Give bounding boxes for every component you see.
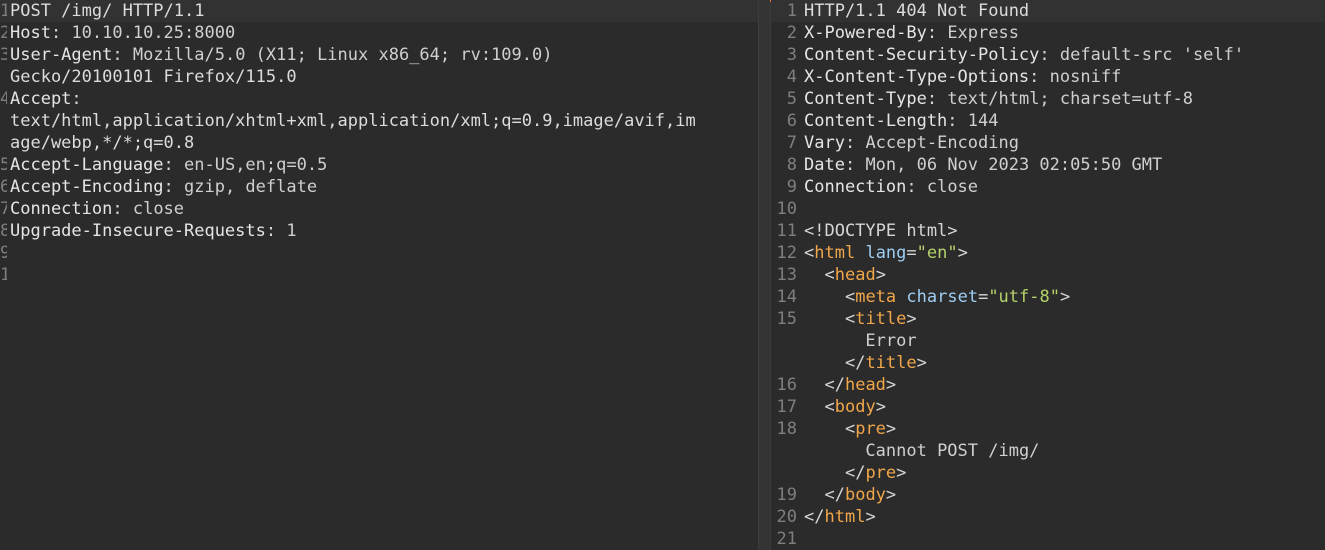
code-line: 3 Content-Security-Policy: default-src 's… <box>771 44 1325 66</box>
header-value: Express <box>937 23 1019 43</box>
code-line: 13 <head> <box>776 265 886 285</box>
header-value: text/html; charset=utf-8 <box>937 89 1193 109</box>
code-line: 18 <pre> <box>776 419 897 439</box>
code-line: 10 <box>771 198 1325 220</box>
header-name: Accept-Language <box>10 155 164 175</box>
header-name: X-Content-Type-Options <box>804 67 1030 87</box>
header-name: Connection <box>804 177 907 197</box>
line-number: 7 <box>786 133 797 153</box>
code-line: 8Upgrade-Insecure-Requests: 1 <box>0 221 297 241</box>
header-name: Date <box>804 155 845 175</box>
code-line: 21 <box>776 529 797 549</box>
line-text: HTTP/1.1 404 Not Found <box>804 1 1030 21</box>
header-name: Content-Type <box>804 89 927 109</box>
header-name: X-Powered-By <box>804 23 927 43</box>
line-number: 7 <box>0 199 7 219</box>
code-line: Gecko/20100101 Firefox/115.0 <box>0 66 758 88</box>
code-line: 14 <meta charset="utf-8"> <box>776 287 1071 307</box>
line-number: 6 <box>786 111 797 131</box>
code-line: 16 </head> <box>776 375 897 395</box>
line-text: POST /img/ HTTP/1.1 <box>10 1 205 21</box>
code-line: </pre> <box>844 463 907 483</box>
code-line: 4Accept: <box>0 89 82 109</box>
header-name: User-Agent <box>10 45 113 65</box>
header-value: gzip, deflate <box>173 177 318 197</box>
line-number: 6 <box>0 177 7 197</box>
code-line: 6 Content-Length: 144 <box>771 110 1325 132</box>
code-line: 5 Content-Type: text/html; charset=utf-8 <box>771 88 1325 110</box>
code-line: text/html,application/xhtml+xml,applicat… <box>0 110 758 132</box>
code-line: 19 </body> <box>776 485 897 505</box>
pane-divider[interactable] <box>758 0 771 550</box>
header-value: 1 <box>276 221 297 241</box>
line-number: 4 <box>786 67 797 87</box>
header-value: 10.10.10.25:8000 <box>61 23 236 43</box>
code-line: Cannot POST /img/ <box>865 441 1040 461</box>
line-number: 8 <box>786 155 797 175</box>
header-value: default-src 'self' <box>1049 45 1245 65</box>
code-line: 15 <title> <box>776 309 917 329</box>
line-number: 10 <box>0 265 7 285</box>
header-value: Mon, 06 Nov 2023 02:05:50 GMT <box>855 155 1163 175</box>
header-name: Host <box>10 23 51 43</box>
header-name: Accept-Encoding <box>10 177 164 197</box>
header-value: Accept-Encoding <box>855 133 1019 153</box>
header-name: Vary <box>804 133 845 153</box>
line-number: 5 <box>786 89 797 109</box>
header-name: Connection <box>10 199 113 219</box>
line-number: 3 <box>0 45 7 65</box>
code-line: 4 X-Content-Type-Options: nosniff <box>771 66 1325 88</box>
header-name: Upgrade-Insecure-Requests <box>10 221 266 241</box>
line-number: 9 <box>0 243 7 263</box>
line-number: 10 <box>776 199 797 219</box>
request-editor[interactable]: 1POST /img/ HTTP/1.1 2Host: 10.10.10.25:8… <box>0 0 758 550</box>
line-text: age/webp,*/*;q=0.8 <box>10 133 195 153</box>
line-number: 3 <box>786 45 797 65</box>
line-number: 4 <box>0 89 7 109</box>
line-number: 1 <box>786 1 797 21</box>
line-number: 9 <box>786 177 797 197</box>
code-line: 6Accept-Encoding: gzip, deflate <box>0 177 318 197</box>
header-value: 144 <box>957 111 999 131</box>
code-line: 10 <box>0 264 758 286</box>
header-value: close <box>122 199 185 219</box>
header-value: close <box>916 177 979 197</box>
code-line: 20 </html> <box>776 507 876 527</box>
code-line: 8 Date: Mon, 06 Nov 2023 02:05:50 GMT <box>771 154 1325 176</box>
code-line: 3User-Agent: Mozilla/5.0 (X11; Linux x86… <box>0 45 553 65</box>
header-name: Content-Length <box>804 111 948 131</box>
code-line: 2 X-Powered-By: Express <box>771 22 1325 44</box>
header-value: nosniff <box>1039 67 1122 87</box>
code-line: 7Connection: close <box>0 199 185 219</box>
line-number: 8 <box>0 221 7 241</box>
code-line: 9 <box>0 242 758 264</box>
code-line: </title> <box>844 353 927 373</box>
header-name: Accept <box>10 89 72 109</box>
response-viewer[interactable]: 1 HTTP/1.1 404 Not Found 2 X-Powered-By: Ex… <box>771 0 1325 550</box>
code-line: 17 <body> <box>776 397 886 417</box>
code-line: 1 HTTP/1.1 404 Not Found <box>771 0 1325 22</box>
code-line: 11 <!DOCTYPE html> <box>776 221 958 241</box>
line-number: 2 <box>786 23 797 43</box>
code-line: 2Host: 10.10.10.25:8000 <box>0 23 236 43</box>
code-line: 1POST /img/ HTTP/1.1 <box>0 0 758 22</box>
header-value: Mozilla/5.0 (X11; Linux x86_64; rv:109.0… <box>122 45 553 65</box>
code-line: 7 Vary: Accept-Encoding <box>771 132 1325 154</box>
code-line: age/webp,*/*;q=0.8 <box>0 132 758 154</box>
code-line: 9 Connection: close <box>771 176 1325 198</box>
line-text: Gecko/20100101 Firefox/115.0 <box>10 67 297 87</box>
line-number: 5 <box>0 155 7 175</box>
code-line: Error <box>865 331 917 351</box>
header-value: en-US,en;q=0.5 <box>173 155 328 175</box>
line-number: 1 <box>0 1 7 21</box>
line-text: text/html,application/xhtml+xml,applicat… <box>10 111 696 131</box>
line-number: 2 <box>0 23 7 43</box>
code-line: 12 <html lang="en"> <box>776 243 968 263</box>
code-line: 5Accept-Language: en-US,en;q=0.5 <box>0 155 328 175</box>
header-name: Content-Security-Policy <box>804 45 1040 65</box>
